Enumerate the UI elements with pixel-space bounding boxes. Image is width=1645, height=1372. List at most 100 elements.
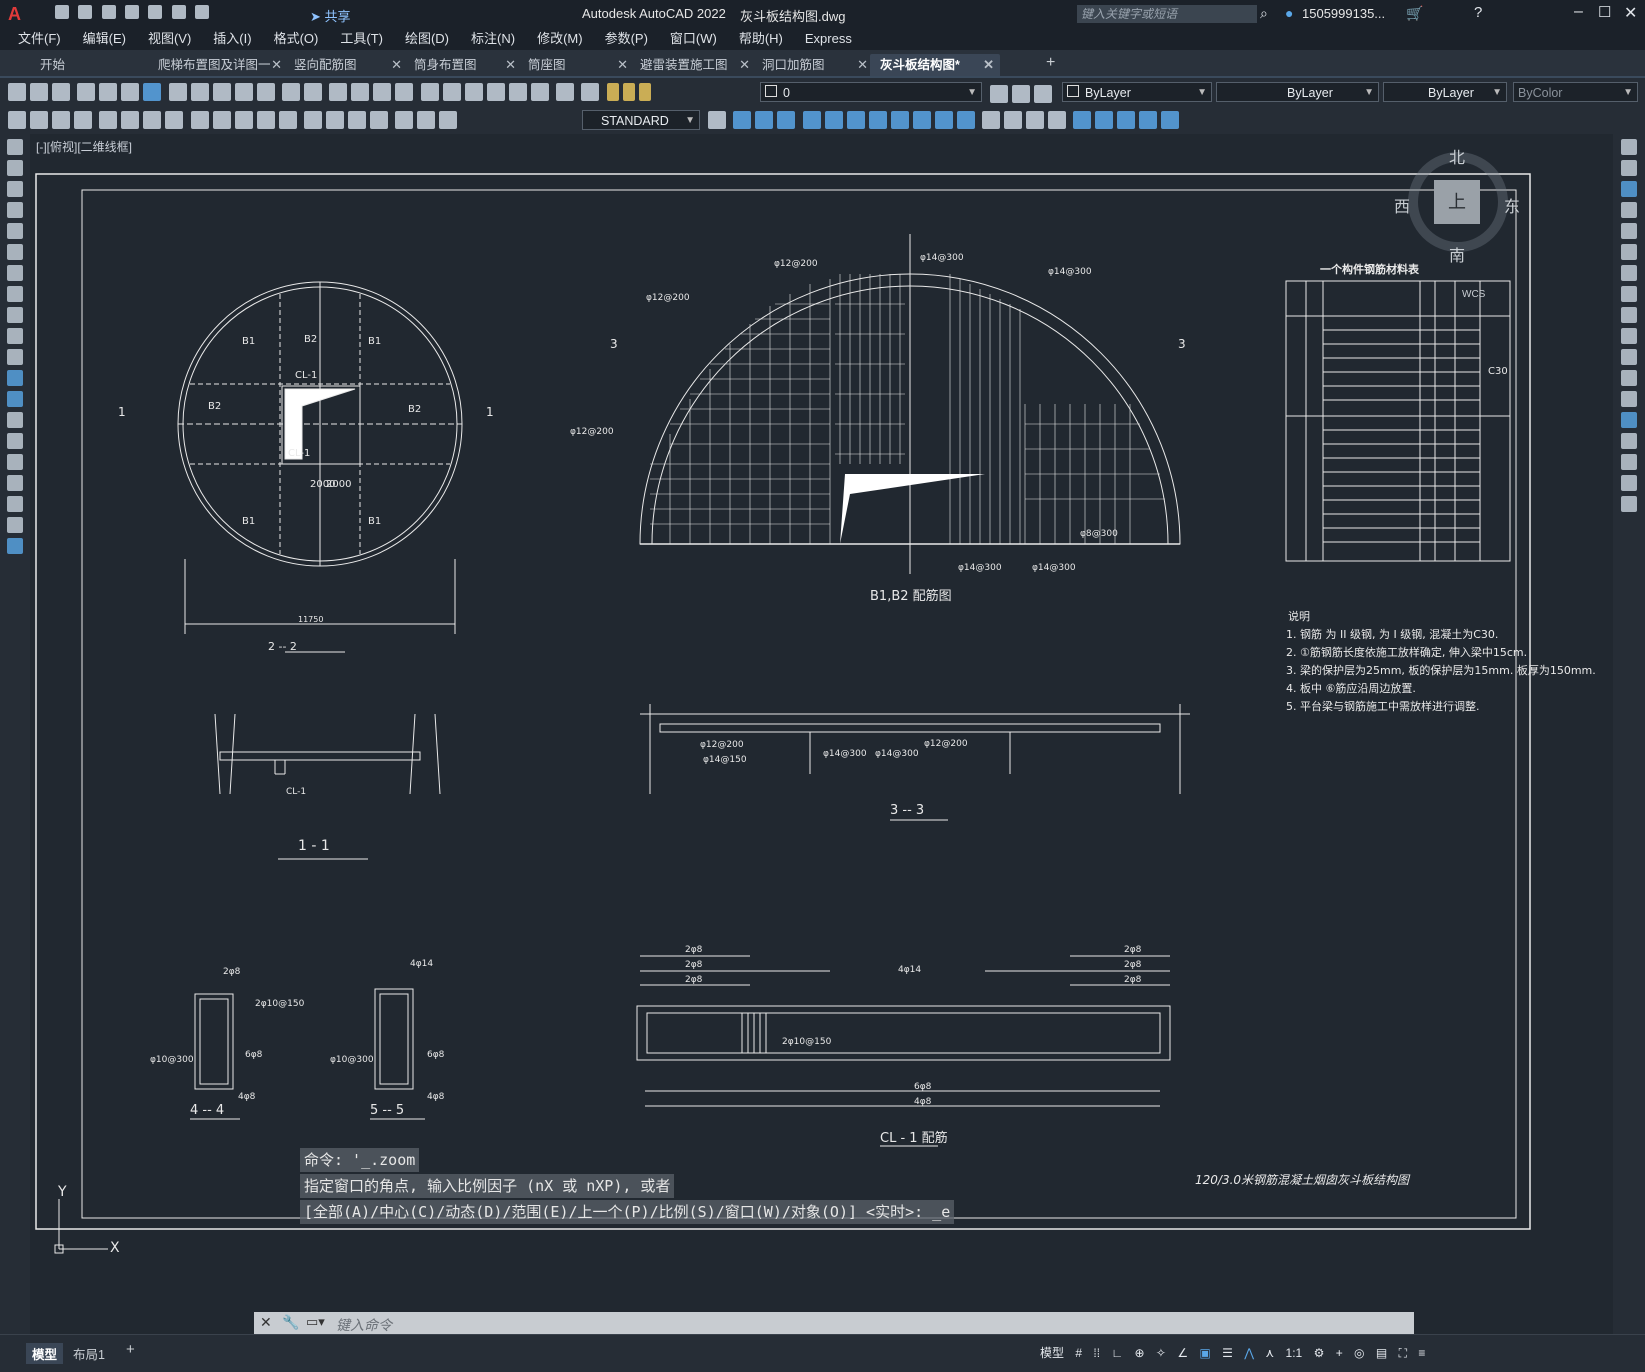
model-space-button[interactable]: 模型 bbox=[1040, 1335, 1064, 1371]
make-current-icon[interactable] bbox=[990, 85, 1008, 103]
cart-icon[interactable]: 🛒 bbox=[1406, 5, 1423, 22]
tab-0[interactable]: 开始 bbox=[30, 54, 150, 76]
view3-icon[interactable] bbox=[777, 111, 796, 129]
polyline-icon[interactable] bbox=[7, 181, 23, 197]
publish-icon[interactable] bbox=[121, 83, 140, 101]
union-icon[interactable] bbox=[1139, 111, 1158, 129]
search-icon[interactable]: ⌕ bbox=[1260, 5, 1268, 22]
undo-icon[interactable] bbox=[282, 83, 301, 101]
save-icon[interactable] bbox=[101, 5, 116, 19]
mirror-icon[interactable] bbox=[1621, 181, 1637, 197]
menu-item-3[interactable]: 插入(I) bbox=[213, 28, 251, 50]
menu-item-5[interactable]: 工具(T) bbox=[340, 28, 383, 50]
copy-icon[interactable] bbox=[190, 83, 209, 101]
match-prop-icon[interactable] bbox=[234, 83, 253, 101]
print-preview-icon[interactable] bbox=[99, 83, 118, 101]
ellipse-icon[interactable] bbox=[7, 328, 23, 344]
menu-item-11[interactable]: 帮助(H) bbox=[739, 28, 783, 50]
paste-icon[interactable] bbox=[212, 83, 231, 101]
dim-linear-icon[interactable] bbox=[8, 111, 26, 129]
workspace-gear-icon[interactable]: ⚙ bbox=[1314, 1335, 1325, 1371]
tolerance-icon[interactable] bbox=[304, 111, 323, 129]
web-icon[interactable] bbox=[143, 83, 162, 101]
center-mark-icon[interactable] bbox=[326, 111, 345, 129]
save-as-icon[interactable] bbox=[125, 5, 140, 19]
copy-object-icon[interactable] bbox=[1621, 160, 1637, 176]
fillet-icon[interactable] bbox=[1621, 454, 1637, 470]
layer-state-icon[interactable] bbox=[1034, 85, 1052, 103]
add-selected-icon[interactable] bbox=[7, 538, 23, 554]
print-icon[interactable] bbox=[77, 83, 96, 101]
join-icon[interactable] bbox=[1621, 412, 1637, 428]
stretch-icon[interactable] bbox=[1621, 307, 1637, 323]
clean-screen-icon[interactable]: ⛶ bbox=[1399, 1335, 1407, 1371]
command-input[interactable]: 键入命令 bbox=[336, 1315, 392, 1335]
dim-edit-icon[interactable] bbox=[395, 111, 414, 129]
recent-commands-icon[interactable]: ▭▾ bbox=[306, 1314, 325, 1330]
tool-palettes-icon[interactable] bbox=[464, 83, 483, 101]
annotation-monitor-icon[interactable]: + bbox=[1336, 1335, 1343, 1371]
menu-item-8[interactable]: 修改(M) bbox=[537, 28, 583, 50]
layout-tab-model[interactable]: 模型 bbox=[26, 1343, 64, 1364]
menu-item-0[interactable]: 文件(F) bbox=[18, 28, 61, 50]
rectangle-icon[interactable] bbox=[7, 223, 23, 239]
close-command-icon[interactable]: ✕ bbox=[260, 1314, 272, 1331]
lightbulb-icon[interactable] bbox=[606, 83, 619, 101]
break-point-icon[interactable] bbox=[1621, 370, 1637, 386]
new-tab-icon[interactable]: + bbox=[1046, 54, 1055, 72]
subtract-icon[interactable] bbox=[1161, 111, 1180, 129]
tab-close-icon[interactable]: ✕ bbox=[739, 54, 750, 76]
drawing-canvas[interactable]: [-][俯视][二维线框] B1 B2 B1 B2 B2 B1 B1 CL-1 … bbox=[30, 134, 1613, 1336]
close-icon[interactable]: ✕ bbox=[1624, 3, 1637, 23]
customization-menu-icon[interactable]: ≡ bbox=[1418, 1335, 1425, 1371]
dim-style-dropdown[interactable]: STANDARD ▼ bbox=[582, 110, 700, 130]
scale-icon[interactable] bbox=[1621, 286, 1637, 302]
table-icon[interactable] bbox=[7, 496, 23, 512]
ucs-icon[interactable] bbox=[802, 111, 821, 129]
dim-text-edit-icon[interactable] bbox=[417, 111, 436, 129]
annotation-scale[interactable]: 1:1 bbox=[1286, 1335, 1303, 1371]
tab-close-icon[interactable]: ✕ bbox=[983, 54, 994, 76]
chamfer-icon[interactable] bbox=[1621, 433, 1637, 449]
box-icon[interactable] bbox=[1073, 111, 1092, 129]
search-input[interactable]: 键入关键字或短语 bbox=[1077, 5, 1257, 23]
move-icon[interactable] bbox=[1621, 244, 1637, 260]
tab-close-icon[interactable]: ✕ bbox=[857, 54, 868, 76]
markup-icon[interactable] bbox=[508, 83, 527, 101]
hide-icon[interactable] bbox=[982, 111, 1001, 129]
dim-aligned-icon[interactable] bbox=[30, 111, 48, 129]
viewcube[interactable]: 上 北 南 西 东 WCS bbox=[1394, 144, 1520, 300]
compass-north[interactable]: 北 bbox=[1449, 144, 1465, 168]
tab-1[interactable]: 爬梯布置图及详图一 ✕ bbox=[148, 54, 288, 76]
calculator-icon[interactable] bbox=[530, 83, 549, 101]
grid-icon[interactable]: # bbox=[1075, 1335, 1082, 1371]
zoom-window-icon[interactable] bbox=[373, 83, 392, 101]
dim-space-icon[interactable] bbox=[256, 111, 275, 129]
annotation-visibility-icon[interactable]: ⋀ bbox=[1244, 1335, 1254, 1371]
minimize-icon[interactable]: – bbox=[1574, 3, 1583, 21]
ucs-origin-icon[interactable] bbox=[846, 111, 865, 129]
share-button[interactable]: ➤ 共享 bbox=[310, 6, 351, 25]
dim-break-icon[interactable] bbox=[278, 111, 297, 129]
cut-icon[interactable] bbox=[168, 83, 187, 101]
ucs-x-icon[interactable] bbox=[912, 111, 931, 129]
tab-close-icon[interactable]: ✕ bbox=[391, 54, 402, 76]
orbit-icon[interactable] bbox=[1048, 111, 1067, 129]
tab-7[interactable]: 灰斗板结构图* ✕ bbox=[870, 54, 1000, 76]
user-icon[interactable]: ● bbox=[1285, 5, 1293, 21]
point-icon[interactable] bbox=[7, 412, 23, 428]
construction-line-icon[interactable] bbox=[7, 160, 23, 176]
sun-icon[interactable] bbox=[622, 83, 635, 101]
help-icon[interactable] bbox=[556, 83, 575, 101]
mtext-icon[interactable] bbox=[7, 517, 23, 533]
linetype-dropdown[interactable]: ByLayer ▼ bbox=[1216, 82, 1379, 102]
polygon-icon[interactable] bbox=[7, 202, 23, 218]
trim-icon[interactable] bbox=[1621, 328, 1637, 344]
circle-icon[interactable] bbox=[7, 265, 23, 281]
explode-icon[interactable] bbox=[1621, 496, 1637, 512]
lock-icon[interactable] bbox=[638, 83, 651, 101]
menu-item-1[interactable]: 编辑(E) bbox=[83, 28, 126, 50]
render-icon[interactable] bbox=[1026, 111, 1045, 129]
tab-close-icon[interactable]: ✕ bbox=[271, 54, 282, 76]
dim-diameter-icon[interactable] bbox=[143, 111, 162, 129]
